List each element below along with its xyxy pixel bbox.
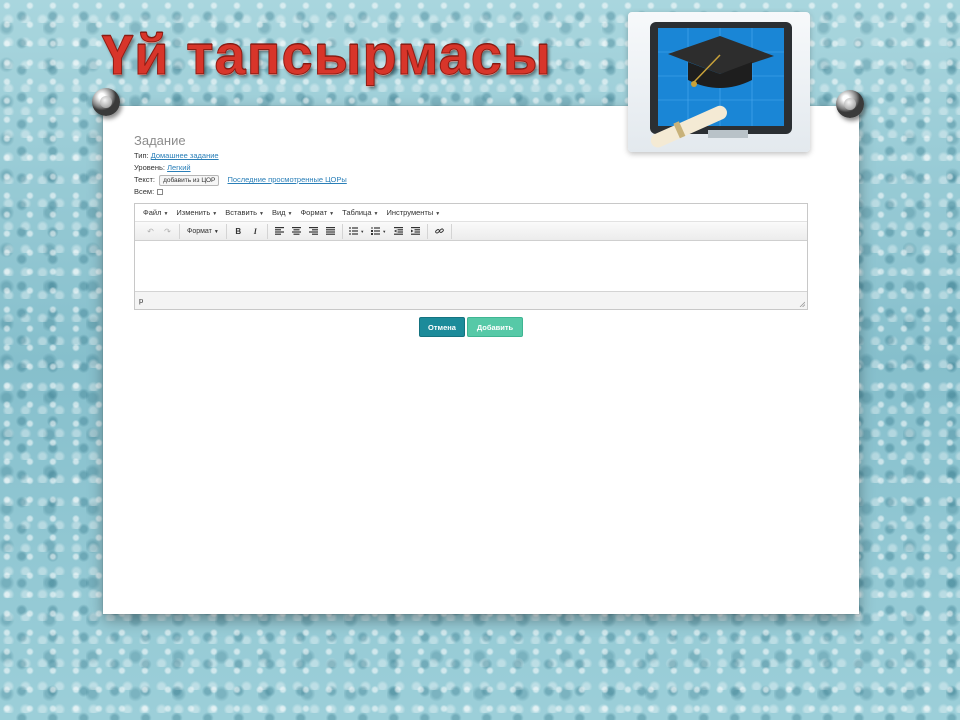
chevron-down-icon: ▼ [360,228,365,234]
menu-edit-label: Изменить [176,208,211,217]
bold-icon[interactable]: B [230,224,247,239]
editor-menubar: Файл ▼ Изменить ▼ Вставить ▼ Вид ▼ Формат ▼ Т… [135,204,807,222]
format-dropdown-label: Формат [187,227,212,235]
style-group: B I [227,223,268,239]
menu-tools-label: Инструменты [386,208,434,217]
task-heading: Задание [134,133,186,148]
chevron-down-icon: ▼ [373,211,379,217]
list-group: ▼ ▼ [343,223,428,239]
numbered-list-icon[interactable]: ▼ [368,224,390,239]
level-label: Уровень: [134,163,165,172]
chevron-down-icon: ▼ [329,211,335,217]
menu-insert[interactable]: Вставить ▼ [223,208,270,217]
rich-text-editor: Файл ▼ Изменить ▼ Вставить ▼ Вид ▼ Формат ▼ Т… [134,203,808,310]
menu-insert-label: Вставить [225,208,257,217]
align-left-icon[interactable] [271,224,288,239]
editor-toolbar: ↶ ↷ Формат ▼ B I ▼ ▼ [135,222,807,241]
chevron-down-icon: ▼ [382,228,387,234]
pushpin-left-icon [92,88,120,116]
task-level-line: Уровень: Легкий [134,163,191,172]
menu-view[interactable]: Вид ▼ [270,208,299,217]
pushpin-right-icon [836,90,864,118]
chevron-down-icon: ▼ [287,211,293,217]
outdent-icon[interactable] [390,224,407,239]
chevron-down-icon: ▼ [212,211,218,217]
align-group [268,223,343,239]
type-label: Тип: [134,151,149,160]
add-button[interactable]: Добавить [467,317,523,337]
menu-file-label: Файл [143,208,162,217]
align-justify-icon[interactable] [322,224,339,239]
chevron-down-icon: ▼ [213,228,219,235]
chevron-down-icon: ▼ [435,211,441,217]
menu-table-label: Таблица [342,208,372,217]
chevron-down-icon: ▼ [163,211,169,217]
menu-file[interactable]: Файл ▼ [141,208,174,217]
task-type-line: Тип: Домашнее задание [134,151,219,160]
bullet-list-icon[interactable]: ▼ [346,224,368,239]
link-group [428,223,452,239]
level-link[interactable]: Легкий [167,163,191,172]
element-path[interactable]: p [139,296,143,305]
editor-statusbar: p [135,291,807,309]
menu-view-label: Вид [271,208,286,217]
task-all-line: Всем: [134,187,164,196]
align-right-icon[interactable] [305,224,322,239]
indent-icon[interactable] [407,224,424,239]
add-from-cor-button[interactable]: добавить из ЦОР [159,175,220,186]
editor-content-area[interactable] [135,241,807,291]
menu-edit[interactable]: Изменить ▼ [174,208,223,217]
graduation-cap-monitor-icon [628,12,810,152]
menu-table[interactable]: Таблица ▼ [340,208,384,217]
all-checkbox[interactable] [157,189,164,196]
link-icon[interactable] [431,224,448,239]
resize-grip-icon[interactable] [799,301,805,307]
recent-cor-link[interactable]: Последние просмотренные ЦОРы [227,175,346,184]
undo-icon[interactable]: ↶ [142,224,159,239]
slide-title: Үй тапсырмасы [102,23,552,87]
menu-format[interactable]: Формат ▼ [298,208,340,217]
all-label: Всем: [134,187,155,196]
task-text-line: Текст: добавить из ЦОР Последние просмот… [134,175,347,186]
format-group: Формат ▼ [180,223,227,239]
menu-format-label: Формат [300,208,328,217]
text-label: Текст: [134,175,155,184]
align-center-icon[interactable] [288,224,305,239]
redo-icon[interactable]: ↷ [159,224,176,239]
format-dropdown[interactable]: Формат ▼ [183,228,223,235]
type-link[interactable]: Домашнее задание [151,151,219,160]
history-group: ↶ ↷ [139,223,180,239]
menu-tools[interactable]: Инструменты ▼ [384,208,446,217]
chevron-down-icon: ▼ [259,211,264,217]
italic-icon[interactable]: I [247,224,264,239]
cancel-button[interactable]: Отмена [419,317,465,337]
